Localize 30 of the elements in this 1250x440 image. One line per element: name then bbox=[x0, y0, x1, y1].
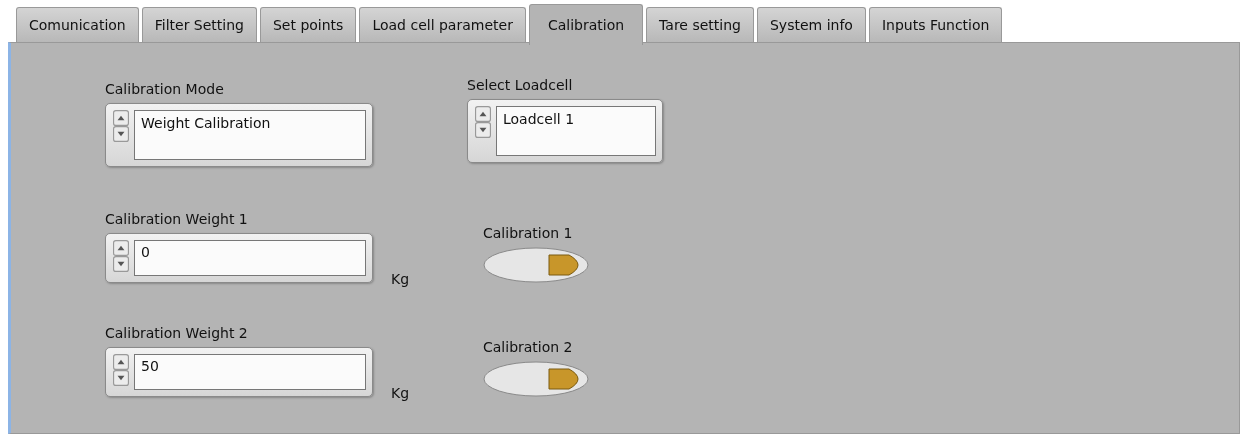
tab[interactable]: Load cell parameter bbox=[359, 7, 526, 42]
ring-control[interactable]: Loadcell 1 bbox=[467, 99, 663, 163]
button-label: Calibration 1 bbox=[483, 225, 574, 241]
tab[interactable]: System info bbox=[756, 7, 866, 42]
field-label: Select Loadcell bbox=[467, 77, 574, 93]
ring-value: Weight Calibration bbox=[134, 110, 366, 160]
unit-label: Kg bbox=[391, 385, 411, 401]
numeric-value: 0 bbox=[134, 240, 366, 276]
numeric-field[interactable]: 50 bbox=[105, 347, 373, 397]
field-label: Calibration Weight 2 bbox=[105, 325, 249, 341]
button-label: Calibration 2 bbox=[483, 339, 574, 355]
tab[interactable]: Tare setting bbox=[646, 7, 754, 42]
ring-control[interactable]: Weight Calibration bbox=[105, 103, 373, 167]
tab[interactable]: Filter Setting bbox=[141, 7, 257, 42]
field-label: Calibration Weight 1 bbox=[105, 211, 249, 227]
tab[interactable]: Set points bbox=[259, 7, 357, 42]
tab[interactable]: Inputs Function bbox=[868, 7, 1003, 42]
spinner-icon[interactable] bbox=[112, 240, 130, 272]
spinner-icon[interactable] bbox=[112, 354, 130, 386]
spinner-icon[interactable] bbox=[474, 106, 492, 138]
toggle-button[interactable] bbox=[483, 361, 589, 397]
unit-label: Kg bbox=[391, 271, 411, 287]
tab[interactable]: Comunication bbox=[16, 7, 139, 42]
ring-value: Loadcell 1 bbox=[496, 106, 656, 156]
numeric-value: 50 bbox=[134, 354, 366, 390]
tab[interactable]: Calibration bbox=[528, 4, 644, 45]
toggle-button[interactable] bbox=[483, 247, 589, 283]
numeric-field[interactable]: 0 bbox=[105, 233, 373, 283]
spinner-icon[interactable] bbox=[112, 110, 130, 142]
field-label: Calibration Mode bbox=[105, 81, 225, 97]
